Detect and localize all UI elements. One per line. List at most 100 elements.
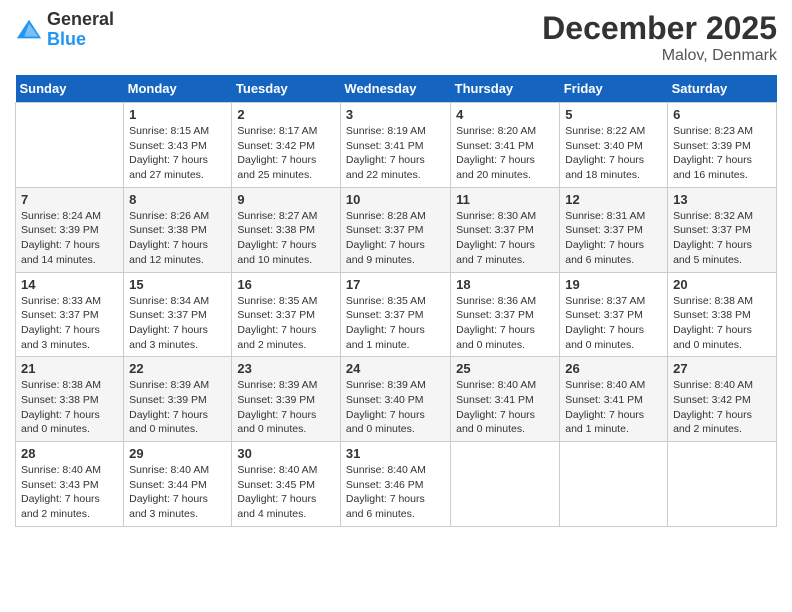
calendar-cell: 20Sunrise: 8:38 AM Sunset: 3:38 PM Dayli… [668, 272, 777, 357]
day-number: 28 [21, 446, 118, 461]
cell-content: Sunrise: 8:33 AM Sunset: 3:37 PM Dayligh… [21, 294, 118, 353]
week-row-5: 28 Sunrise: 8:40 AM Sunset: 3:43 PM Dayli… [16, 442, 777, 527]
calendar-cell: 6 Sunrise: 8:23 AM Sunset: 3:39 PM Daylig… [668, 103, 777, 188]
page-title: December 2025 [542, 10, 777, 47]
calendar-cell [451, 442, 560, 527]
calendar-cell: 16 Sunrise: 8:35 AM Sunset: 3:37 PM Dayli… [232, 272, 341, 357]
week-row-3: 14 Sunrise: 8:33 AM Sunset: 3:37 PM Dayli… [16, 272, 777, 357]
calendar-cell: 23Sunrise: 8:39 AM Sunset: 3:39 PM Dayli… [232, 357, 341, 442]
calendar-cell: 4 Sunrise: 8:20 AM Sunset: 3:41 PM Daylig… [451, 103, 560, 188]
cell-content: Sunrise: 8:40 AM Sunset: 3:46 PM Dayligh… [346, 463, 445, 522]
day-number: 1 [129, 107, 226, 122]
day-number: 18 [456, 277, 554, 292]
calendar-cell: 29 Sunrise: 8:40 AM Sunset: 3:44 PM Dayli… [124, 442, 232, 527]
cell-content: Sunrise: 8:17 AM Sunset: 3:42 PM Dayligh… [237, 124, 335, 183]
calendar-cell: 18 Sunrise: 8:36 AM Sunset: 3:37 PM Dayli… [451, 272, 560, 357]
cell-content: Sunrise: 8:38 AM Sunset: 3:38 PM Dayligh… [21, 378, 118, 437]
cell-content: Sunrise: 8:35 AM Sunset: 3:37 PM Dayligh… [237, 294, 335, 353]
calendar-cell: 30 Sunrise: 8:40 AM Sunset: 3:45 PM Dayli… [232, 442, 341, 527]
calendar-cell: 31 Sunrise: 8:40 AM Sunset: 3:46 PM Dayli… [340, 442, 450, 527]
calendar-cell: 24 Sunrise: 8:39 AM Sunset: 3:40 PM Dayli… [340, 357, 450, 442]
day-number: 3 [346, 107, 445, 122]
day-number: 25 [456, 361, 554, 376]
calendar-cell [560, 442, 668, 527]
cell-content: Sunrise: 8:31 AM Sunset: 3:37 PM Dayligh… [565, 209, 662, 268]
calendar-cell: 13Sunrise: 8:32 AM Sunset: 3:37 PM Dayli… [668, 187, 777, 272]
week-row-4: 21 Sunrise: 8:38 AM Sunset: 3:38 PM Dayli… [16, 357, 777, 442]
day-number: 11 [456, 192, 554, 207]
header-wednesday: Wednesday [340, 75, 450, 103]
day-number: 10 [346, 192, 445, 207]
day-number: 22 [129, 361, 226, 376]
cell-content: Sunrise: 8:37 AM Sunset: 3:37 PM Dayligh… [565, 294, 662, 353]
day-number: 14 [21, 277, 118, 292]
calendar-cell: 25 Sunrise: 8:40 AM Sunset: 3:41 PM Dayli… [451, 357, 560, 442]
calendar-cell: 5 Sunrise: 8:22 AM Sunset: 3:40 PM Daylig… [560, 103, 668, 188]
calendar-cell: 26Sunrise: 8:40 AM Sunset: 3:41 PM Dayli… [560, 357, 668, 442]
title-block: December 2025 Malov, Denmark [542, 10, 777, 65]
calendar-cell: 19Sunrise: 8:37 AM Sunset: 3:37 PM Dayli… [560, 272, 668, 357]
cell-content: Sunrise: 8:40 AM Sunset: 3:44 PM Dayligh… [129, 463, 226, 522]
day-number: 2 [237, 107, 335, 122]
calendar-cell: 28 Sunrise: 8:40 AM Sunset: 3:43 PM Dayli… [16, 442, 124, 527]
calendar-cell: 12 Sunrise: 8:31 AM Sunset: 3:37 PM Dayli… [560, 187, 668, 272]
cell-content: Sunrise: 8:26 AM Sunset: 3:38 PM Dayligh… [129, 209, 226, 268]
cell-content: Sunrise: 8:24 AM Sunset: 3:39 PM Dayligh… [21, 209, 118, 268]
cell-content: Sunrise: 8:28 AM Sunset: 3:37 PM Dayligh… [346, 209, 445, 268]
logo-icon [15, 16, 43, 44]
day-number: 21 [21, 361, 118, 376]
calendar-cell: 2 Sunrise: 8:17 AM Sunset: 3:42 PM Daylig… [232, 103, 341, 188]
calendar-cell [16, 103, 124, 188]
header-friday: Friday [560, 75, 668, 103]
calendar-cell: 14 Sunrise: 8:33 AM Sunset: 3:37 PM Dayli… [16, 272, 124, 357]
day-number: 31 [346, 446, 445, 461]
calendar-cell: 11 Sunrise: 8:30 AM Sunset: 3:37 PM Dayli… [451, 187, 560, 272]
day-number: 30 [237, 446, 335, 461]
header-monday: Monday [124, 75, 232, 103]
cell-content: Sunrise: 8:40 AM Sunset: 3:43 PM Dayligh… [21, 463, 118, 522]
cell-content: Sunrise: 8:30 AM Sunset: 3:37 PM Dayligh… [456, 209, 554, 268]
day-number: 9 [237, 192, 335, 207]
header-tuesday: Tuesday [232, 75, 341, 103]
day-number: 20 [673, 277, 771, 292]
header-thursday: Thursday [451, 75, 560, 103]
calendar-cell: 17 Sunrise: 8:35 AM Sunset: 3:37 PM Dayli… [340, 272, 450, 357]
day-number: 15 [129, 277, 226, 292]
calendar-cell: 1 Sunrise: 8:15 AM Sunset: 3:43 PM Daylig… [124, 103, 232, 188]
calendar-cell [668, 442, 777, 527]
week-row-1: 1 Sunrise: 8:15 AM Sunset: 3:43 PM Daylig… [16, 103, 777, 188]
calendar-cell: 27Sunrise: 8:40 AM Sunset: 3:42 PM Dayli… [668, 357, 777, 442]
header-saturday: Saturday [668, 75, 777, 103]
cell-content: Sunrise: 8:32 AM Sunset: 3:37 PM Dayligh… [673, 209, 771, 268]
cell-content: Sunrise: 8:20 AM Sunset: 3:41 PM Dayligh… [456, 124, 554, 183]
day-number: 12 [565, 192, 662, 207]
cell-content: Sunrise: 8:34 AM Sunset: 3:37 PM Dayligh… [129, 294, 226, 353]
cell-content: Sunrise: 8:36 AM Sunset: 3:37 PM Dayligh… [456, 294, 554, 353]
cell-content: Sunrise: 8:39 AM Sunset: 3:40 PM Dayligh… [346, 378, 445, 437]
day-number: 24 [346, 361, 445, 376]
day-number: 4 [456, 107, 554, 122]
cell-content: Sunrise: 8:39 AM Sunset: 3:39 PM Dayligh… [237, 378, 335, 437]
cell-content: Sunrise: 8:23 AM Sunset: 3:39 PM Dayligh… [673, 124, 771, 183]
day-number: 5 [565, 107, 662, 122]
cell-content: Sunrise: 8:15 AM Sunset: 3:43 PM Dayligh… [129, 124, 226, 183]
calendar-cell: 9Sunrise: 8:27 AM Sunset: 3:38 PM Daylig… [232, 187, 341, 272]
cell-content: Sunrise: 8:39 AM Sunset: 3:39 PM Dayligh… [129, 378, 226, 437]
cell-content: Sunrise: 8:35 AM Sunset: 3:37 PM Dayligh… [346, 294, 445, 353]
cell-content: Sunrise: 8:40 AM Sunset: 3:41 PM Dayligh… [456, 378, 554, 437]
calendar-table: SundayMondayTuesdayWednesdayThursdayFrid… [15, 75, 777, 527]
calendar-cell: 15 Sunrise: 8:34 AM Sunset: 3:37 PM Dayli… [124, 272, 232, 357]
day-number: 16 [237, 277, 335, 292]
day-number: 29 [129, 446, 226, 461]
calendar-cell: 8 Sunrise: 8:26 AM Sunset: 3:38 PM Daylig… [124, 187, 232, 272]
cell-content: Sunrise: 8:22 AM Sunset: 3:40 PM Dayligh… [565, 124, 662, 183]
day-number: 17 [346, 277, 445, 292]
day-number: 6 [673, 107, 771, 122]
cell-content: Sunrise: 8:40 AM Sunset: 3:45 PM Dayligh… [237, 463, 335, 522]
day-number: 8 [129, 192, 226, 207]
logo-text: General Blue [47, 10, 114, 50]
header-sunday: Sunday [16, 75, 124, 103]
page-subtitle: Malov, Denmark [542, 47, 777, 65]
calendar-cell: 7Sunrise: 8:24 AM Sunset: 3:39 PM Daylig… [16, 187, 124, 272]
logo: General Blue [15, 10, 114, 50]
